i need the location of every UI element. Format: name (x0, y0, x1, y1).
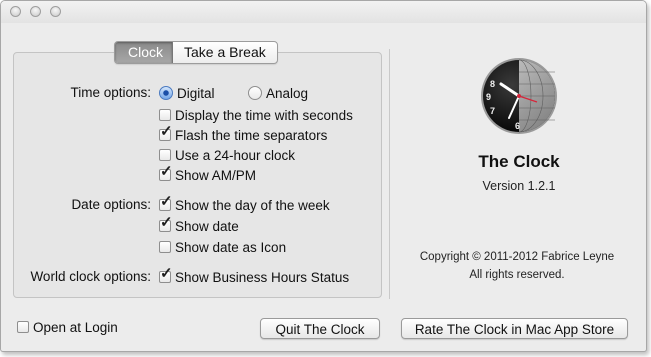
radio-digital-label: Digital (177, 85, 215, 101)
title-bar (1, 1, 646, 23)
rights-text: All rights reserved. (469, 269, 565, 281)
radio-analog-label: Analog (266, 85, 309, 101)
checkbox-label: Use a 24-hour clock (175, 147, 296, 163)
tab-bar: Clock Take a Break (114, 41, 278, 64)
app-version: Version 1.2.1 (482, 179, 556, 193)
world-clock-options-label: World clock options: (30, 269, 151, 284)
minimize-window-button[interactable] (30, 6, 41, 17)
checkbox-business-hours[interactable]: ✓ Show Business Hours Status (159, 266, 350, 286)
checkmark-icon: ✓ (160, 163, 173, 180)
checkbox[interactable] (159, 149, 171, 161)
checkbox[interactable]: ✓ (159, 266, 173, 283)
radio-analog[interactable]: Analog (248, 84, 308, 102)
tab-clock[interactable]: Clock (115, 42, 174, 63)
checkbox-label: Open at Login (33, 319, 118, 335)
radio-button[interactable] (248, 86, 262, 100)
copyright-block: Copyright © 2011-2012 Fabrice Leyne All … (406, 248, 628, 284)
checkbox-show-date[interactable]: ✓ Show date (159, 215, 239, 235)
zoom-window-button[interactable] (50, 6, 61, 17)
checkbox-show-day-of-week[interactable]: ✓ Show the day of the week (159, 194, 330, 214)
checkbox-show-date-as-icon[interactable]: Show date as Icon (159, 238, 286, 256)
checkbox-label: Show AM/PM (175, 167, 257, 183)
checkmark-icon: ✓ (160, 193, 173, 210)
checkbox-label: Flash the time separators (175, 127, 328, 143)
checkmark-icon: ✓ (160, 214, 173, 231)
app-name: The Clock (478, 152, 560, 171)
radio-digital[interactable]: Digital (159, 84, 215, 102)
preferences-window: Clock Take a Break Time options: Digital… (0, 0, 647, 352)
checkbox-show-ampm[interactable]: ✓ Show AM/PM (159, 164, 257, 184)
time-options-label: Time options: (70, 85, 151, 100)
checkmark-icon: ✓ (160, 265, 173, 282)
dial-number: 6 (515, 121, 520, 131)
checkbox[interactable] (159, 241, 171, 253)
copyright-text: Copyright © 2011-2012 Fabrice Leyne (419, 251, 615, 263)
quit-button[interactable]: Quit The Clock (260, 318, 380, 339)
checkbox-24-hour[interactable]: Use a 24-hour clock (159, 146, 295, 164)
radio-button-selected[interactable] (159, 86, 173, 100)
dial-number: 8 (490, 79, 495, 89)
checkbox-label: Display the time with seconds (175, 107, 353, 123)
close-window-button[interactable] (10, 6, 21, 17)
dial-number: 9 (486, 92, 491, 102)
checkbox-label: Show date as Icon (175, 239, 287, 255)
checkbox-label: Show Business Hours Status (175, 269, 350, 285)
rate-app-store-button[interactable]: Rate The Clock in Mac App Store (401, 318, 628, 339)
checkbox-open-at-login[interactable]: Open at Login (17, 318, 118, 336)
date-options-label: Date options: (71, 197, 151, 212)
dial-number: 7 (490, 106, 495, 116)
checkmark-icon: ✓ (160, 123, 173, 140)
checkbox-flash-separators[interactable]: ✓ Flash the time separators (159, 124, 328, 144)
checkbox[interactable]: ✓ (159, 215, 173, 232)
vertical-divider (389, 49, 390, 299)
checkbox[interactable]: ✓ (159, 164, 173, 181)
checkbox-label: Show the day of the week (175, 197, 330, 213)
checkbox[interactable] (17, 321, 29, 333)
checkbox-label: Show date (175, 218, 239, 234)
checkbox[interactable]: ✓ (159, 124, 173, 141)
tab-take-a-break[interactable]: Take a Break (173, 42, 277, 63)
checkbox-display-seconds[interactable]: Display the time with seconds (159, 106, 353, 124)
checkbox[interactable] (159, 109, 171, 121)
checkbox[interactable]: ✓ (159, 194, 173, 211)
clock-app-icon: 8 9 7 6 (481, 58, 557, 134)
